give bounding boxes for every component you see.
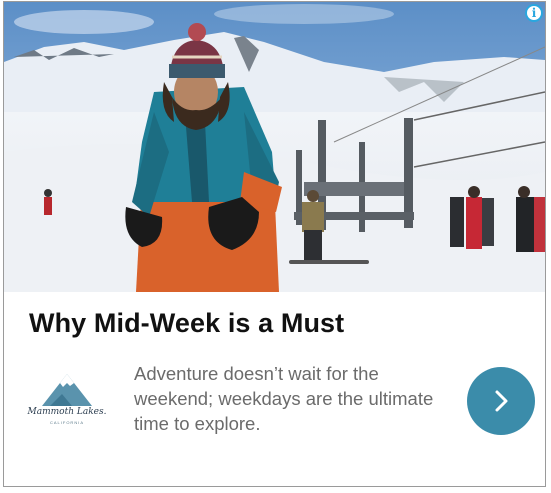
ad-container[interactable]: i Why Mid-Week is a Must Mammoth Lakes. …: [3, 1, 546, 487]
chevron-right-icon: [495, 390, 508, 412]
logo-brand-text: Mammoth Lakes.: [27, 407, 107, 417]
cta-button[interactable]: [467, 367, 535, 435]
hero-image[interactable]: i: [4, 2, 545, 292]
ad-body-text[interactable]: Adventure doesn’t wait for the weekend; …: [134, 361, 434, 436]
ad-headline[interactable]: Why Mid-Week is a Must: [29, 308, 344, 339]
info-icon[interactable]: i: [525, 4, 543, 22]
hero-photo: [4, 2, 545, 292]
mountain-icon: [42, 374, 92, 406]
logo-sub-text: CALIFORNIA: [49, 420, 84, 425]
brand-logo[interactable]: Mammoth Lakes. CALIFORNIA: [26, 374, 108, 430]
